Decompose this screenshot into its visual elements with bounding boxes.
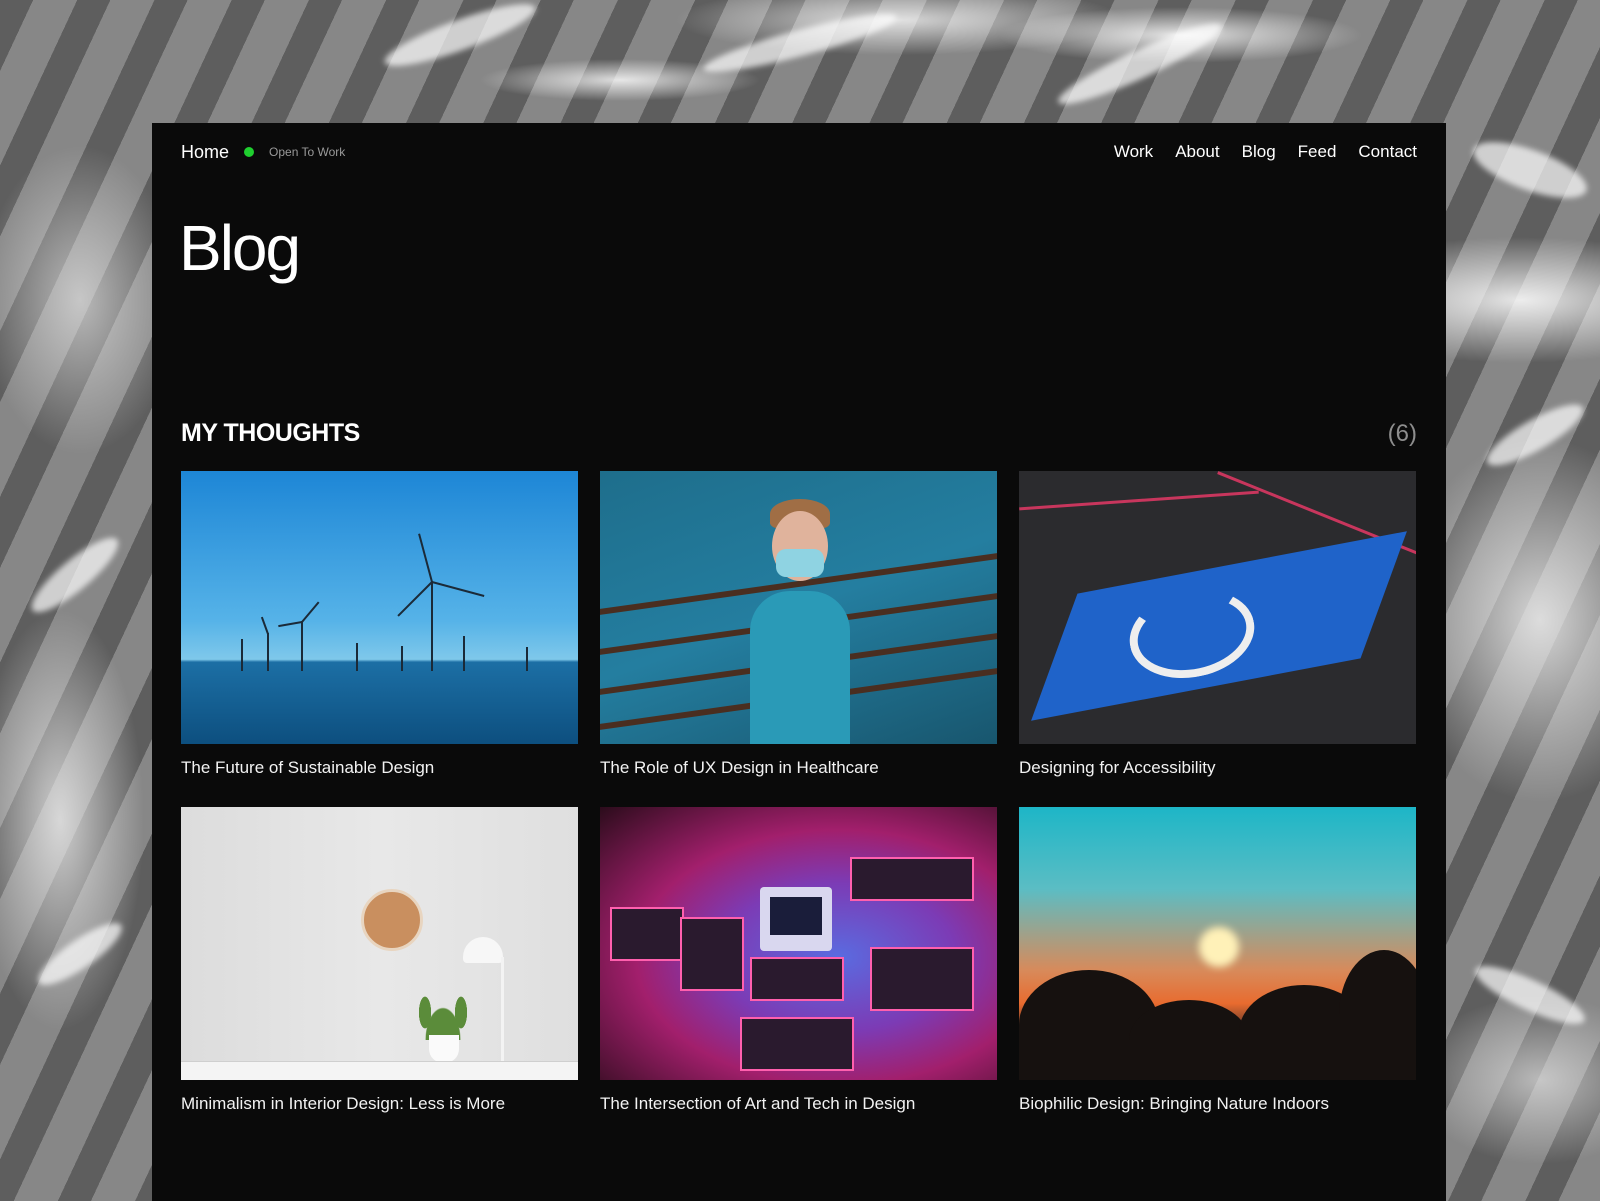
post-title[interactable]: Minimalism in Interior Design: Less is M… — [181, 1094, 578, 1118]
section-header: MY THOUGHTS (6) — [181, 419, 1417, 448]
post-card[interactable]: The Role of UX Design in Healthcare — [600, 471, 997, 782]
post-thumbnail[interactable] — [181, 471, 578, 744]
post-thumbnail[interactable] — [600, 471, 997, 744]
post-count: (6) — [1387, 419, 1417, 447]
nav-item-feed[interactable]: Feed — [1298, 142, 1337, 162]
post-card[interactable]: Biophilic Design: Bringing Nature Indoor… — [1019, 807, 1416, 1118]
post-title[interactable]: Biophilic Design: Bringing Nature Indoor… — [1019, 1094, 1416, 1118]
post-thumbnail[interactable] — [1019, 807, 1416, 1080]
main-nav: Work About Blog Feed Contact — [1114, 142, 1417, 162]
post-thumbnail[interactable] — [1019, 471, 1416, 744]
page-title: Blog — [179, 212, 301, 284]
post-title[interactable]: The Intersection of Art and Tech in Desi… — [600, 1094, 997, 1118]
top-navigation-bar: Home Open To Work Work About Blog Feed C… — [181, 137, 1417, 167]
nav-item-contact[interactable]: Contact — [1358, 142, 1417, 162]
post-thumbnail[interactable] — [600, 807, 997, 1080]
post-title[interactable]: The Role of UX Design in Healthcare — [600, 758, 997, 782]
nav-item-blog[interactable]: Blog — [1242, 142, 1276, 162]
post-title[interactable]: The Future of Sustainable Design — [181, 758, 578, 782]
blog-page: Home Open To Work Work About Blog Feed C… — [152, 123, 1446, 1201]
post-card[interactable]: The Intersection of Art and Tech in Desi… — [600, 807, 997, 1118]
post-card[interactable]: Minimalism in Interior Design: Less is M… — [181, 807, 578, 1118]
post-thumbnail[interactable] — [181, 807, 578, 1080]
status-dot-icon — [244, 147, 255, 157]
section-title: MY THOUGHTS — [181, 419, 360, 447]
post-grid: The Future of Sustainable Design The Rol… — [181, 471, 1417, 1118]
nav-item-work[interactable]: Work — [1114, 142, 1153, 162]
nav-item-about[interactable]: About — [1175, 142, 1219, 162]
post-title[interactable]: Designing for Accessibility — [1019, 758, 1416, 782]
status-label: Open To Work — [269, 145, 346, 159]
home-link[interactable]: Home — [181, 142, 229, 163]
post-card[interactable]: The Future of Sustainable Design — [181, 471, 578, 782]
post-card[interactable]: Designing for Accessibility — [1019, 471, 1416, 782]
